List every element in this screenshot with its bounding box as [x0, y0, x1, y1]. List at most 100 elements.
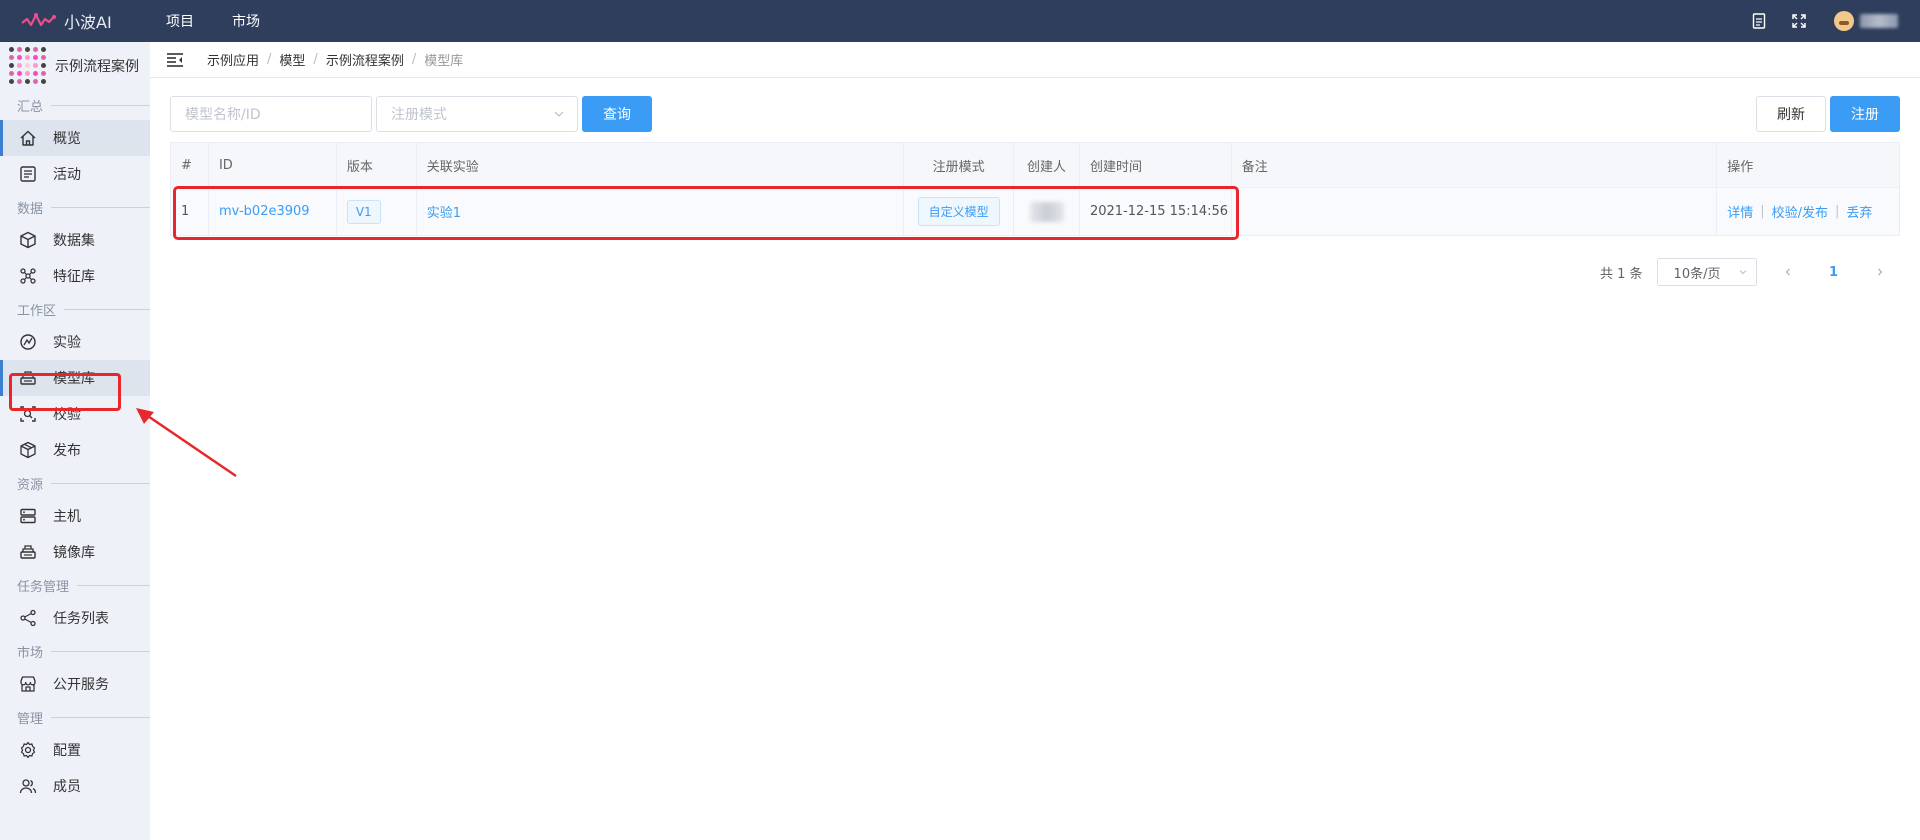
breadcrumb: 示例应用 / 模型 / 示例流程案例 / 模型库: [207, 50, 464, 69]
sidebar-item-label: 校验: [53, 407, 81, 423]
section-title: 管理: [17, 711, 44, 727]
document-icon[interactable]: [1750, 12, 1768, 30]
sidebar-item-validate[interactable]: 校验: [0, 396, 150, 432]
app-logo-icon: [8, 46, 48, 86]
created-at: 2021-12-15 15:14:56: [1080, 188, 1232, 235]
section-title: 汇总: [17, 99, 44, 115]
username-blurred[interactable]: [1860, 14, 1898, 28]
next-page-button[interactable]: [1865, 258, 1895, 286]
chevron-down-icon: [1739, 270, 1746, 275]
column-header: 操作: [1727, 159, 1754, 175]
sidebar-item-task-list[interactable]: 任务列表: [0, 600, 150, 636]
page-number-current[interactable]: 1: [1819, 258, 1849, 286]
breadcrumb-item[interactable]: 模型: [279, 50, 305, 69]
row-actions: 详情 | 校验/发布 | 丢弃: [1727, 202, 1873, 221]
section-task-management: 任务管理: [0, 570, 150, 600]
total-count: 共 1 条: [1600, 266, 1643, 282]
brand-name: 小波AI: [64, 13, 112, 32]
sidebar-item-label: 公开服务: [53, 677, 109, 693]
validate-icon: [20, 406, 36, 422]
breadcrumb-item[interactable]: 示例流程案例: [326, 50, 404, 69]
sidebar-item-overview[interactable]: 概览: [0, 120, 150, 156]
detail-link[interactable]: 详情: [1727, 202, 1753, 221]
top-bar: 小波AI 项目 市场: [0, 0, 1920, 42]
filter-toolbar: 模型名称/ID 注册模式 查询 刷新 注册: [170, 96, 1900, 132]
sidebar-item-public-services[interactable]: 公开服务: [0, 666, 150, 702]
sidebar-item-settings[interactable]: 配置: [0, 732, 150, 768]
sidebar-item-members[interactable]: 成员: [0, 768, 150, 804]
cube-icon: [20, 231, 36, 249]
column-header: 版本: [337, 143, 417, 187]
sidebar-item-image-library[interactable]: 镜像库: [0, 534, 150, 570]
table-row: 1 mv-b02e3909 V1 实验1 自定义模型 2021-12-15 15…: [170, 188, 1900, 236]
register-button[interactable]: 注册: [1830, 96, 1900, 132]
select-placeholder: 注册模式: [391, 107, 447, 123]
sidebar-item-publish[interactable]: 发布: [0, 432, 150, 468]
page-size-select[interactable]: 10条/页: [1656, 258, 1757, 286]
experiment-icon: [20, 334, 36, 350]
register-mode-select[interactable]: 注册模式: [376, 96, 578, 132]
app-header[interactable]: 示例流程案例: [0, 42, 150, 90]
validate-publish-link[interactable]: 校验/发布: [1772, 202, 1828, 221]
fullscreen-icon[interactable]: [1790, 12, 1808, 30]
model-table: # ID 版本 关联实验 注册模式 创建人 创建时间 备注 操作 1 mv-b0…: [170, 142, 1900, 236]
image-library-icon: [20, 545, 36, 559]
model-search-input[interactable]: 模型名称/ID: [170, 96, 372, 132]
sidebar-item-label: 镜像库: [53, 545, 95, 561]
store-icon: [20, 676, 36, 692]
model-id-link[interactable]: mv-b02e3909: [219, 204, 310, 219]
topnav-projects[interactable]: 项目: [166, 11, 194, 31]
section-management: 管理: [0, 702, 150, 732]
column-header: 注册模式: [904, 143, 1015, 187]
search-placeholder: 模型名称/ID: [185, 107, 261, 123]
sidebar-item-experiments[interactable]: 实验: [0, 324, 150, 360]
top-right-actions: [1728, 0, 1898, 42]
column-header: #: [171, 143, 209, 187]
activity-icon: [20, 166, 36, 182]
sidebar-item-features[interactable]: 特征库: [0, 258, 150, 294]
sidebar-item-label: 主机: [53, 509, 81, 525]
sidebar-item-label: 成员: [53, 779, 81, 795]
sidebar-item-datasets[interactable]: 数据集: [0, 222, 150, 258]
breadcrumb-item[interactable]: 示例应用: [207, 50, 259, 69]
section-workspace: 工作区: [0, 294, 150, 324]
section-title: 任务管理: [17, 579, 70, 595]
chevron-down-icon: [554, 111, 564, 117]
menu-collapse-icon[interactable]: [166, 52, 184, 68]
note: [1232, 188, 1718, 235]
sidebar-item-label: 特征库: [53, 269, 95, 285]
experiment-link[interactable]: 实验1: [427, 202, 461, 221]
section-summary: 汇总: [0, 90, 150, 120]
section-title: 工作区: [17, 303, 57, 319]
section-title: 数据: [17, 201, 44, 217]
sidebar-item-label: 概览: [53, 131, 81, 147]
share-icon: [20, 609, 36, 627]
gear-icon: [20, 741, 36, 759]
section-market: 市场: [0, 636, 150, 666]
discard-link[interactable]: 丢弃: [1846, 202, 1872, 221]
topnav-market[interactable]: 市场: [232, 11, 260, 31]
sidebar-item-label: 模型库: [53, 371, 95, 387]
chevron-left-icon: [1785, 268, 1790, 276]
page-size-value: 10条/页: [1673, 266, 1721, 282]
creator-blurred: [1029, 201, 1064, 222]
brand-logo-icon: [21, 13, 56, 27]
package-icon: [20, 441, 36, 459]
members-icon: [19, 779, 37, 794]
query-button[interactable]: 查询: [582, 96, 652, 132]
avatar[interactable]: [1834, 11, 1854, 31]
sidebar-item-activity[interactable]: 活动: [0, 156, 150, 192]
breadcrumb-bar: 示例应用 / 模型 / 示例流程案例 / 模型库: [150, 42, 1920, 78]
prev-page-button[interactable]: [1773, 258, 1803, 286]
brand[interactable]: 小波AI: [20, 9, 146, 33]
home-icon: [20, 130, 36, 146]
refresh-button[interactable]: 刷新: [1756, 96, 1826, 132]
column-header: ID: [209, 143, 337, 187]
sidebar-item-hosts[interactable]: 主机: [0, 498, 150, 534]
server-icon: [20, 508, 36, 524]
sidebar-item-model-library[interactable]: 模型库: [0, 360, 150, 396]
sidebar-item-label: 活动: [53, 167, 81, 183]
section-title: 市场: [17, 645, 44, 661]
column-header: 创建时间: [1080, 143, 1232, 187]
app-name: 示例流程案例: [55, 59, 139, 75]
